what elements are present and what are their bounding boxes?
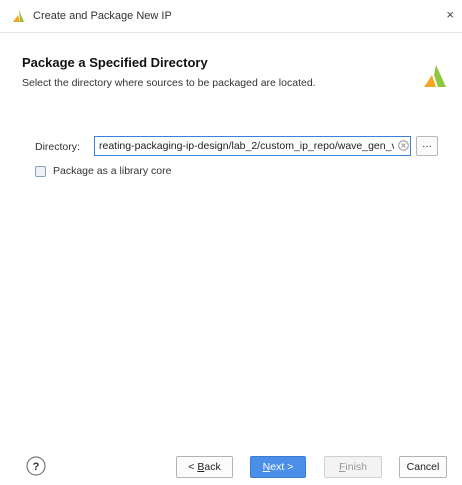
directory-label: Directory:	[35, 141, 80, 153]
back-button-rest: ack	[204, 461, 221, 473]
clear-icon[interactable]	[398, 140, 409, 151]
close-icon[interactable]: ×	[446, 8, 454, 22]
finish-button-rest: inish	[345, 461, 368, 473]
browse-button[interactable]: ···	[416, 136, 438, 156]
window-title: Create and Package New IP	[33, 10, 172, 22]
back-button[interactable]: < Back	[176, 456, 233, 478]
wizard-header: Package a Specified Directory Select the…	[0, 32, 462, 100]
wizard-footer: ? < Back Next > Finish Cancel	[0, 436, 462, 485]
help-icon[interactable]: ?	[26, 456, 46, 476]
svg-text:?: ?	[33, 461, 40, 473]
directory-input[interactable]: reating-packaging-ip-design/lab_2/custom…	[94, 136, 411, 156]
back-button-prefix: <	[188, 461, 198, 473]
finish-button[interactable]: Finish	[324, 456, 382, 478]
vivado-logo-icon	[13, 10, 24, 22]
window-titlebar: Create and Package New IP ×	[0, 0, 462, 32]
library-core-label[interactable]: Package as a library core	[53, 165, 171, 177]
library-core-row[interactable]: Package as a library core	[35, 164, 171, 178]
library-core-checkbox[interactable]	[35, 165, 46, 177]
next-button-mnemonic: N	[262, 461, 271, 473]
next-button-rest: ext >	[270, 461, 294, 473]
back-button-mnemonic: B	[197, 461, 205, 473]
cancel-button[interactable]: Cancel	[399, 456, 447, 478]
directory-input-value[interactable]: reating-packaging-ip-design/lab_2/custom…	[99, 140, 394, 152]
page-title: Package a Specified Directory	[22, 55, 208, 70]
directory-row: Directory: reating-packaging-ip-design/l…	[12, 136, 450, 158]
page-subtitle: Select the directory where sources to be…	[22, 77, 316, 89]
wizard-content: Directory: reating-packaging-ip-design/l…	[12, 100, 450, 436]
next-button[interactable]: Next >	[250, 456, 306, 478]
vivado-logo-icon	[424, 65, 446, 87]
